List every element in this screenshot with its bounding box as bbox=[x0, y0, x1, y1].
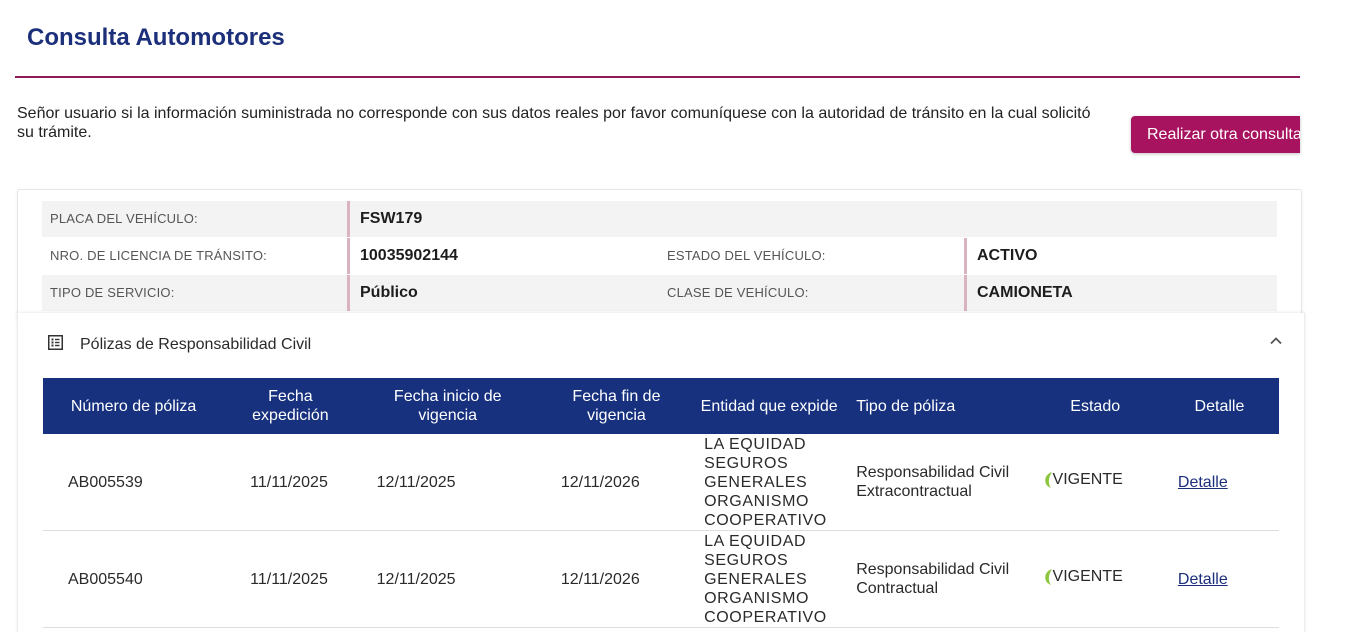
table-row: AB005540 11/11/2025 12/11/2025 12/11/202… bbox=[43, 530, 1279, 628]
policy-type: Responsabilidad Civil Contractual bbox=[844, 530, 1031, 628]
policy-type: Responsabilidad Civil Extracontractual bbox=[844, 434, 1031, 531]
policy-number: AB005539 bbox=[43, 434, 225, 531]
policies-table: Número de póliza Fecha expedición Fecha … bbox=[43, 378, 1279, 628]
license-label: NRO. DE LICENCIA DE TRÁNSITO: bbox=[50, 248, 267, 263]
policy-status: VIGENTE bbox=[1030, 434, 1160, 531]
leaf-icon bbox=[1044, 471, 1052, 488]
info-row-license: NRO. DE LICENCIA DE TRÁNSITO: 1003590214… bbox=[42, 238, 1277, 274]
column-header: Entidad que expide bbox=[694, 378, 845, 434]
info-row-service: TIPO DE SERVICIO: Público CLASE DE VEHÍC… bbox=[42, 275, 1277, 311]
detail-link[interactable]: Detalle bbox=[1178, 474, 1228, 491]
policy-number: AB005540 bbox=[43, 530, 225, 628]
status-label: VIGENTE bbox=[1052, 471, 1123, 489]
policies-section-title: Pólizas de Responsabilidad Civil bbox=[80, 336, 312, 353]
vehicle-info-card: PLACA DEL VEHÍCULO: FSW179 NRO. DE LICEN… bbox=[17, 189, 1302, 321]
table-header-row: Número de póliza Fecha expedición Fecha … bbox=[43, 378, 1279, 434]
title-divider bbox=[15, 76, 1300, 78]
start-date: 12/11/2025 bbox=[356, 530, 539, 628]
service-value: Público bbox=[347, 275, 418, 311]
column-header: Número de póliza bbox=[43, 378, 225, 434]
detail-link[interactable]: Detalle bbox=[1178, 571, 1228, 588]
issue-date: 11/11/2025 bbox=[224, 434, 357, 531]
start-date: 12/11/2025 bbox=[356, 434, 539, 531]
vehicle-status-value: ACTIVO bbox=[964, 238, 1037, 274]
column-header: Detalle bbox=[1159, 378, 1279, 434]
service-label: TIPO DE SERVICIO: bbox=[50, 285, 175, 300]
chevron-up-icon[interactable] bbox=[1268, 333, 1284, 349]
page: Consulta Automotores Señor usuario si la… bbox=[0, 0, 1360, 632]
table-row: AB005539 11/11/2025 12/11/2025 12/11/202… bbox=[43, 434, 1279, 531]
column-header: Fecha fin de vigencia bbox=[538, 378, 695, 434]
list-icon bbox=[48, 335, 63, 350]
policies-panel: Pólizas de Responsabilidad Civil Número … bbox=[17, 313, 1305, 632]
license-value: 10035902144 bbox=[347, 238, 458, 274]
policy-status: VIGENTE bbox=[1030, 530, 1160, 628]
plate-label: PLACA DEL VEHÍCULO: bbox=[50, 211, 198, 226]
column-header: Fecha expedición bbox=[224, 378, 357, 434]
policies-panel-header[interactable]: Pólizas de Responsabilidad Civil bbox=[18, 313, 1304, 375]
page-title: Consulta Automotores bbox=[27, 24, 285, 51]
issue-date: 11/11/2025 bbox=[224, 530, 357, 628]
status-label: VIGENTE bbox=[1052, 568, 1123, 586]
detail-cell: Detalle bbox=[1159, 530, 1279, 628]
leaf-icon bbox=[1044, 568, 1052, 585]
issuing-entity: LA EQUIDAD SEGUROS GENERALES ORGANISMO C… bbox=[694, 434, 845, 531]
column-header: Fecha inicio de vigencia bbox=[356, 378, 539, 434]
vehicle-class-value: CAMIONETA bbox=[964, 275, 1073, 311]
column-header: Tipo de póliza bbox=[844, 378, 1031, 434]
vehicle-class-label: CLASE DE VEHÍCULO: bbox=[667, 285, 809, 300]
plate-value: FSW179 bbox=[347, 201, 422, 237]
issuing-entity: LA EQUIDAD SEGUROS GENERALES ORGANISMO C… bbox=[694, 530, 845, 628]
end-date: 12/11/2026 bbox=[538, 530, 695, 628]
new-query-button[interactable]: Realizar otra consulta bbox=[1131, 116, 1300, 153]
info-row-plate: PLACA DEL VEHÍCULO: FSW179 bbox=[42, 201, 1277, 237]
detail-cell: Detalle bbox=[1159, 434, 1279, 531]
column-header: Estado bbox=[1030, 378, 1160, 434]
end-date: 12/11/2026 bbox=[538, 434, 695, 531]
vehicle-status-label: ESTADO DEL VEHÍCULO: bbox=[667, 248, 826, 263]
notice-text: Señor usuario si la información suminist… bbox=[17, 105, 1091, 141]
